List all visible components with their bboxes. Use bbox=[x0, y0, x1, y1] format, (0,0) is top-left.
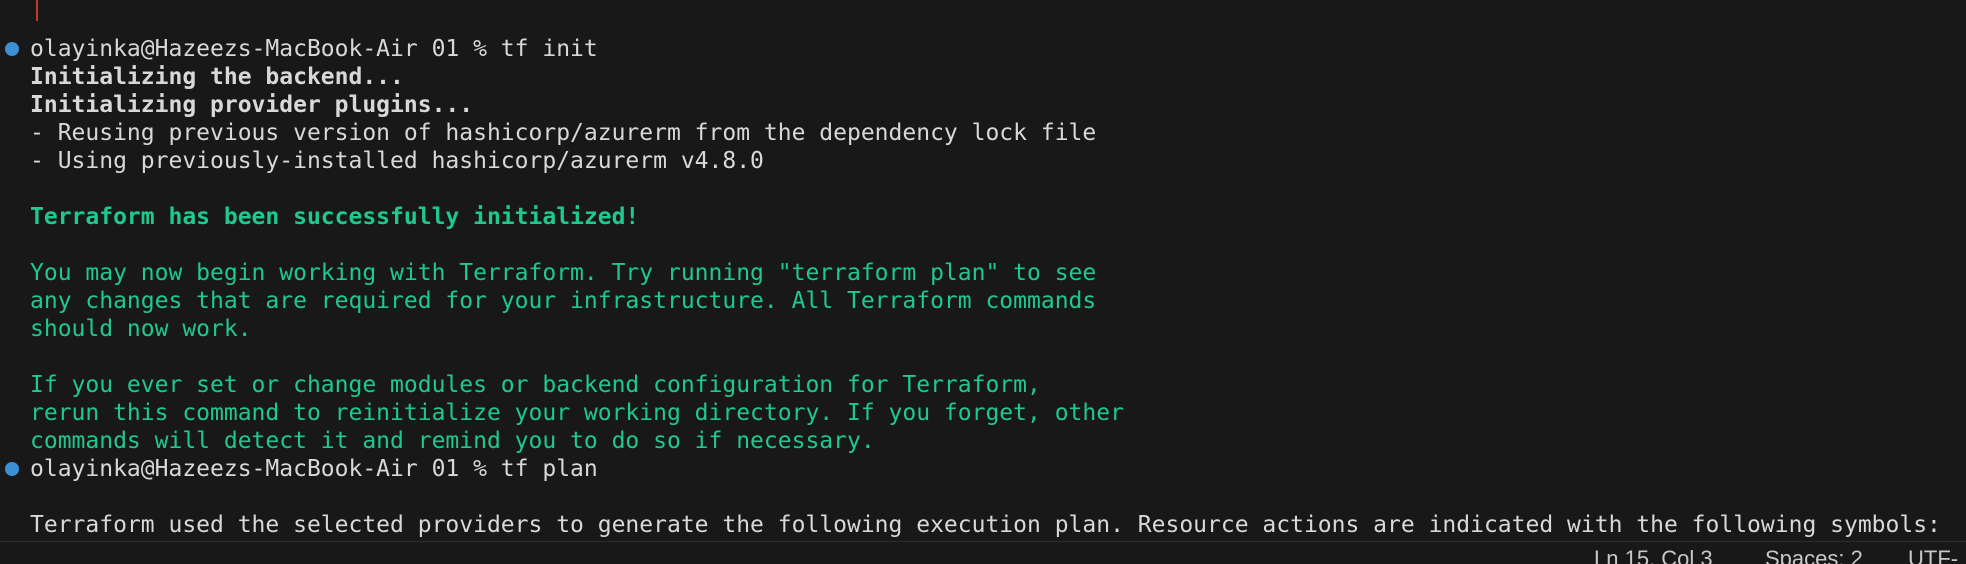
cursor-position[interactable]: Ln 15, Col 3 bbox=[1594, 546, 1713, 564]
output-line-info-1: You may now begin working with Terraform… bbox=[30, 260, 1097, 286]
cursor-marker bbox=[36, 0, 38, 21]
output-line-info-6: commands will detect it and remind you t… bbox=[30, 428, 875, 454]
output-line-reusing: - Reusing previous version of hashicorp/… bbox=[30, 120, 1097, 146]
indentation-setting[interactable]: Spaces: 2 bbox=[1765, 546, 1863, 564]
output-line-provider-plugins: Initializing provider plugins... bbox=[30, 92, 474, 118]
status-bar: Ln 15, Col 3 Spaces: 2 UTF- bbox=[0, 542, 1966, 564]
output-line-info-2: any changes that are required for your i… bbox=[30, 288, 1097, 314]
output-line-backend: Initializing the backend... bbox=[30, 64, 404, 90]
output-line-info-3: should now work. bbox=[30, 316, 252, 342]
output-line-info-5: rerun this command to reinitialize your … bbox=[30, 400, 1124, 426]
command-status-dot-icon[interactable] bbox=[5, 42, 19, 56]
file-encoding[interactable]: UTF- bbox=[1908, 546, 1958, 564]
output-line-plan: Terraform used the selected providers to… bbox=[30, 512, 1941, 538]
command-status-dot-icon[interactable] bbox=[5, 462, 19, 476]
terminal-panel[interactable]: olayinka@Hazeezs-MacBook-Air 01 % tf ini… bbox=[0, 0, 1966, 564]
output-line-using: - Using previously-installed hashicorp/a… bbox=[30, 148, 764, 174]
output-line-success: Terraform has been successfully initiali… bbox=[30, 204, 640, 230]
prompt-line-plan: olayinka@Hazeezs-MacBook-Air 01 % tf pla… bbox=[30, 456, 598, 482]
output-line-info-4: If you ever set or change modules or bac… bbox=[30, 372, 1041, 398]
prompt-line-init: olayinka@Hazeezs-MacBook-Air 01 % tf ini… bbox=[30, 36, 598, 62]
